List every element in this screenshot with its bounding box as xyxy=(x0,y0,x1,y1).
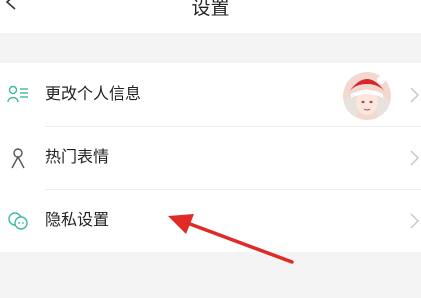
person-list-icon xyxy=(7,85,28,103)
person-icon xyxy=(11,148,25,169)
settings-item-label: 隐私设置 xyxy=(45,210,110,229)
chevron-right-icon xyxy=(410,150,419,166)
settings-item-label: 热门表情 xyxy=(45,147,110,166)
top-bar: 设置 xyxy=(0,0,421,33)
page-title: 设置 xyxy=(191,0,230,19)
chevron-right-icon xyxy=(410,213,419,229)
chat-bubbles-icon xyxy=(8,212,28,230)
settings-item-label: 更改个人信息 xyxy=(45,84,142,103)
settings-item-edit-profile[interactable]: 更改个人信息 xyxy=(0,63,421,126)
settings-item-popular-stickers[interactable]: 热门表情 xyxy=(0,126,421,189)
chevron-right-icon xyxy=(410,87,419,103)
settings-list: 更改个人信息 热门表情 隐私设置 xyxy=(0,63,421,252)
settings-item-privacy[interactable]: 隐私设置 xyxy=(0,189,421,252)
avatar xyxy=(343,72,391,120)
